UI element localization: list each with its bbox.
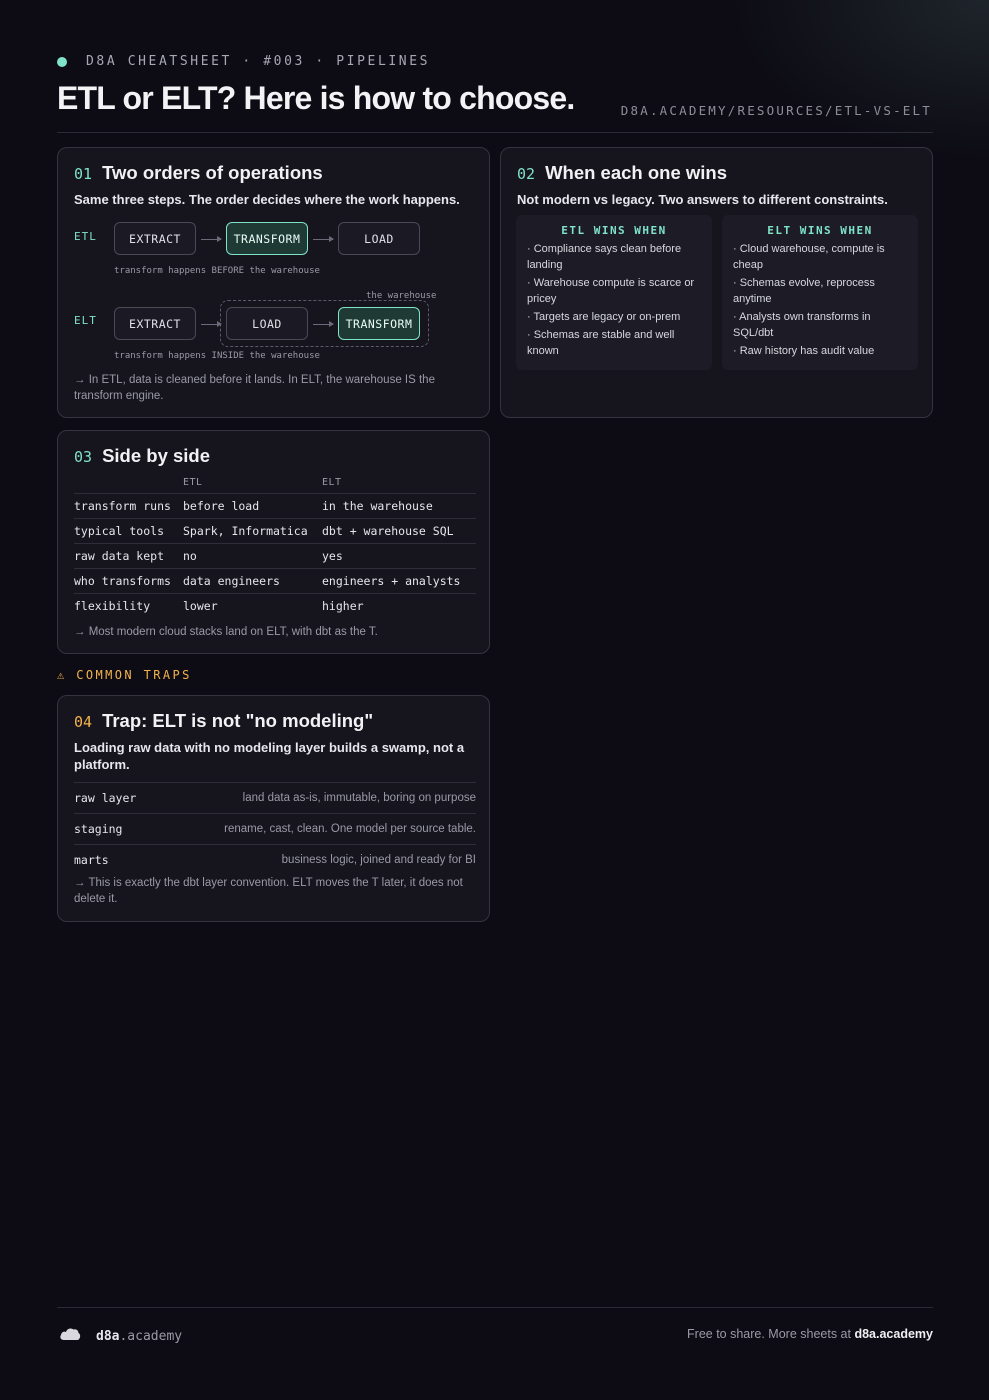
card-number: 03 [74, 448, 93, 466]
layer-desc: business logic, joined and ready for BI [281, 854, 476, 866]
footer-share: Free to share. More sheets at d8a.academ… [687, 1327, 933, 1341]
card-lead: Loading raw data with no modeling layer … [74, 740, 465, 772]
flow-arrow [201, 236, 222, 242]
table-cell: data engineers [183, 568, 322, 594]
page-title: ETL or ELT? Here is how to choose. [57, 80, 575, 116]
table-header-elt: ELT [322, 476, 342, 488]
table-cell: no [183, 543, 322, 569]
table-cell: transform runs [74, 493, 183, 519]
table-cell: engineers + analysts [322, 568, 476, 594]
list-item: · Warehouse compute is scarce or pricey [527, 277, 695, 305]
layer-desc: land data as-is, immutable, boring on pu… [242, 792, 476, 804]
card-note: → This is exactly the dbt layer conventi… [74, 877, 463, 905]
card-lead: Not modern vs legacy. Two answers to dif… [517, 192, 888, 207]
elt-wins-heading: ELT WINS WHEN [767, 224, 873, 237]
card-title: Side by side [102, 445, 211, 466]
list-item: · Compliance says clean before landing [527, 243, 682, 271]
etl-flow-label: ETL [74, 230, 97, 243]
list-item: · Analysts own transforms in SQL/dbt [733, 311, 871, 339]
card-when-wins: 02 When each one wins Not modern vs lega… [500, 147, 933, 418]
card-note: → In ETL, data is cleaned before it land… [74, 374, 435, 402]
card-header: 01 Two orders of operations [74, 162, 323, 184]
table-cell: typical tools [74, 518, 183, 544]
layer-name: staging [74, 822, 123, 836]
table-cell: dbt + warehouse SQL [322, 518, 476, 544]
background-glow [729, 0, 989, 160]
share-text: Free to share. More sheets at [687, 1327, 855, 1341]
table-cell: in the warehouse [322, 493, 476, 519]
card-note: → Most modern cloud stacks land on ELT, … [74, 626, 378, 638]
card-trap-no-modeling: 04 Trap: ELT is not "no modeling" Loadin… [57, 695, 490, 922]
header-divider [57, 132, 933, 133]
etl-wins-heading: ETL WINS WHEN [561, 224, 667, 237]
eyebrow-text: D8A CHEATSHEET · #003 · PIPELINES [86, 54, 431, 69]
layer-row-staging: staging rename, cast, clean. One model p… [74, 813, 476, 844]
card-lead: Same three steps. The order decides wher… [74, 192, 460, 207]
table-header-row: ETL ELT [74, 471, 476, 494]
card-title: When each one wins [545, 162, 728, 183]
table-cell: Spark, Informatica [183, 518, 322, 544]
card-header: 04 Trap: ELT is not "no modeling" [74, 710, 373, 732]
etl-step-load: LOAD [338, 222, 420, 255]
table-header-cell [74, 471, 183, 494]
status-dot-icon [57, 56, 67, 67]
layer-name: raw layer [74, 791, 137, 805]
table-cell: yes [322, 543, 476, 569]
flow-arrow [313, 321, 334, 327]
table-cell: lower [183, 593, 322, 618]
table-cell: who transforms [74, 568, 183, 594]
etl-wins-column: ETL WINS WHEN · Compliance says clean be… [516, 215, 712, 370]
etl-step-transform: TRANSFORM [226, 222, 308, 255]
comparison-table: ETL ELT transform runs before load in th… [74, 471, 476, 618]
footer-divider [57, 1307, 933, 1308]
list-item: · Raw history has audit value [733, 345, 875, 357]
table-cell: before load [183, 493, 322, 519]
card-side-by-side: 03 Side by side ETL ELT transform runs b… [57, 430, 490, 654]
card-title: Two orders of operations [102, 162, 323, 183]
card-number: 04 [74, 713, 93, 731]
list-item: · Schemas are stable and well known [527, 329, 675, 357]
layer-name: marts [74, 853, 109, 867]
layer-row-raw: raw layer land data as-is, immutable, bo… [74, 782, 476, 813]
list-item: · Cloud warehouse, compute is cheap [733, 243, 885, 271]
elt-flow-label: ELT [74, 314, 97, 327]
cloud-icon [59, 1326, 81, 1346]
table-row: flexibility lower higher [74, 593, 476, 618]
list-item: · Schemas evolve, reprocess anytime [733, 277, 875, 305]
elt-wins-column: ELT WINS WHEN · Cloud warehouse, compute… [722, 215, 918, 370]
table-cell: higher [322, 593, 476, 618]
etl-step-extract: EXTRACT [114, 222, 196, 255]
common-traps-label: ⚠ COMMON TRAPS [57, 668, 192, 682]
brand-name: d8a.academy [96, 1328, 183, 1344]
list-item: · Targets are legacy or on-prem [527, 311, 681, 323]
flow-arrow [313, 236, 334, 242]
card-header: 02 When each one wins [517, 162, 727, 184]
table-row: who transforms data engineers engineers … [74, 568, 476, 594]
layer-row-marts: marts business logic, joined and ready f… [74, 844, 476, 875]
footer-brand[interactable]: d8a.academy [59, 1326, 182, 1346]
card-number: 02 [517, 165, 536, 183]
card-header: 03 Side by side [74, 445, 210, 467]
table-header-etl: ETL [183, 476, 203, 488]
layer-desc: rename, cast, clean. One model per sourc… [224, 823, 476, 835]
eyebrow: D8A CHEATSHEET · #003 · PIPELINES [57, 54, 430, 69]
table-cell: raw data kept [74, 543, 183, 569]
table-cell: flexibility [74, 593, 183, 618]
resource-url[interactable]: D8A.ACADEMY/RESOURCES/ETL-VS-ELT [621, 103, 932, 118]
elt-step-extract: EXTRACT [114, 307, 196, 340]
card-two-orders: 01 Two orders of operations Same three s… [57, 147, 490, 418]
card-title: Trap: ELT is not "no modeling" [102, 710, 374, 731]
elt-step-transform: TRANSFORM [338, 307, 420, 340]
elt-step-load: LOAD [226, 307, 308, 340]
share-link[interactable]: d8a.academy [854, 1327, 933, 1341]
flow-arrow [201, 321, 222, 327]
elt-caption: transform happens INSIDE the warehouse [114, 351, 320, 361]
table-row: typical tools Spark, Informatica dbt + w… [74, 518, 476, 544]
table-row: raw data kept no yes [74, 543, 476, 569]
table-row: transform runs before load in the wareho… [74, 493, 476, 519]
card-number: 01 [74, 165, 93, 183]
etl-caption: transform happens BEFORE the warehouse [114, 266, 320, 276]
